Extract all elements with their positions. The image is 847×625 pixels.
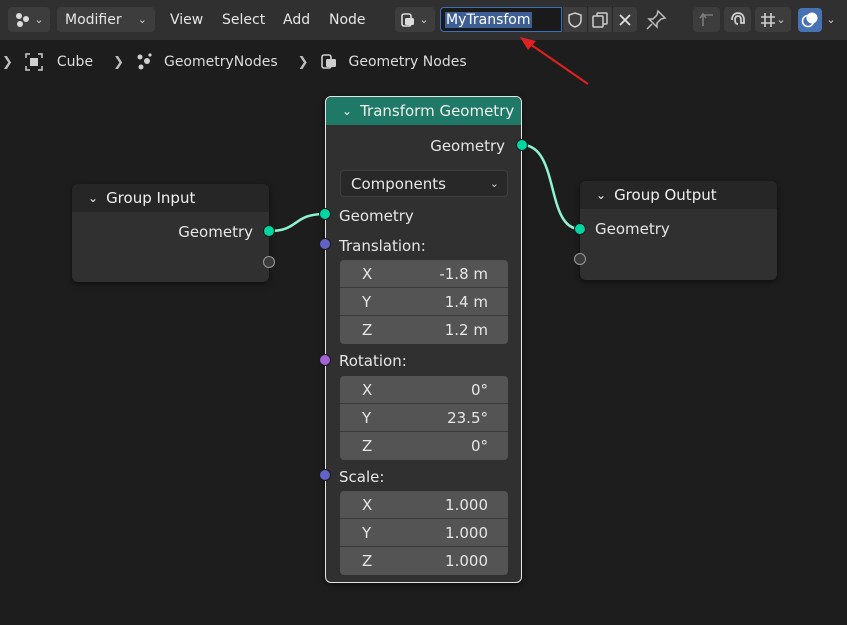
group-output-empty-socket[interactable] xyxy=(574,253,586,265)
axis-label: Y xyxy=(362,408,372,427)
axis-value: 1.000 xyxy=(445,495,488,514)
scale-label: Scale: xyxy=(339,468,385,486)
transform-output-geometry-label: Geometry xyxy=(430,137,505,155)
rotation-x-field[interactable]: X 0° xyxy=(340,376,508,404)
group-input-title: Group Input xyxy=(106,189,196,207)
axis-value: 1.2 m xyxy=(444,321,488,339)
transform-geometry-title: Transform Geometry xyxy=(360,102,515,120)
axis-value: 1.4 m xyxy=(444,292,488,311)
group-input-header[interactable]: ⌄ Group Input xyxy=(72,184,269,212)
translation-vector-field: X -1.8 m Y 1.4 m Z 1.2 m xyxy=(340,260,508,344)
group-output-geometry-socket[interactable] xyxy=(574,223,586,235)
axis-label: X xyxy=(362,495,373,514)
scale-vector-field: X 1.000 Y 1.000 Z 1.000 xyxy=(340,491,508,575)
link-input-to-transform xyxy=(268,212,326,233)
transform-geometry-node[interactable]: ⌄ Transform Geometry Geometry Components… xyxy=(319,96,528,583)
axis-value: 1.000 xyxy=(445,552,488,570)
link-transform-to-output xyxy=(521,143,581,231)
axis-label: Z xyxy=(362,437,373,455)
transform-mode-value: Components xyxy=(351,174,446,193)
axis-label: Y xyxy=(362,292,372,311)
axis-label: X xyxy=(362,264,373,283)
group-output-node[interactable]: ⌄ Group Output Geometry xyxy=(574,181,777,280)
scale-x-field[interactable]: X 1.000 xyxy=(340,491,508,519)
translation-z-field[interactable]: Z 1.2 m xyxy=(340,316,508,344)
chevron-down-icon[interactable]: ⌄ xyxy=(88,191,98,205)
translation-x-field[interactable]: X -1.8 m xyxy=(340,260,508,288)
chevron-down-icon: ⌄ xyxy=(489,177,499,190)
group-input-geometry-label: Geometry xyxy=(178,223,253,241)
rotation-z-field[interactable]: Z 0° xyxy=(340,432,508,460)
rotation-y-field[interactable]: Y 23.5° xyxy=(340,404,508,432)
axis-value: 0° xyxy=(470,380,488,399)
scale-y-field[interactable]: Y 1.000 xyxy=(340,519,508,547)
axis-value: 0° xyxy=(470,437,488,455)
axis-value: 23.5° xyxy=(447,408,488,427)
group-output-header[interactable]: ⌄ Group Output xyxy=(580,181,777,209)
transform-geometry-header[interactable]: ⌄ Transform Geometry xyxy=(326,97,521,125)
axis-label: X xyxy=(362,380,373,399)
chevron-down-icon[interactable]: ⌄ xyxy=(596,188,606,202)
group-input-node[interactable]: ⌄ Group Input Geometry xyxy=(72,184,275,282)
axis-label: Z xyxy=(362,552,373,570)
rotation-socket[interactable] xyxy=(319,354,331,366)
translation-y-field[interactable]: Y 1.4 m xyxy=(340,288,508,316)
rotation-label: Rotation: xyxy=(339,352,407,370)
chevron-down-icon[interactable]: ⌄ xyxy=(342,104,352,118)
transform-output-geometry-socket[interactable] xyxy=(516,139,528,151)
group-output-title: Group Output xyxy=(614,186,717,204)
group-input-empty-socket[interactable] xyxy=(263,256,275,268)
group-output-geometry-label: Geometry xyxy=(595,220,670,238)
group-input-geometry-socket[interactable] xyxy=(263,225,275,237)
transform-mode-dropdown[interactable]: Components ⌄ xyxy=(340,170,508,197)
rotation-vector-field: X 0° Y 23.5° Z 0° xyxy=(340,376,508,460)
scale-socket[interactable] xyxy=(319,469,331,481)
transform-input-geometry-socket[interactable] xyxy=(319,208,331,220)
axis-value: 1.000 xyxy=(445,523,488,542)
transform-input-geometry-label: Geometry xyxy=(339,207,414,225)
translation-label: Translation: xyxy=(339,237,426,255)
axis-label: Y xyxy=(362,523,372,542)
translation-socket[interactable] xyxy=(319,238,331,250)
axis-value: -1.8 m xyxy=(439,264,488,283)
annotation-arrow xyxy=(520,37,589,85)
axis-label: Z xyxy=(362,321,373,339)
scale-z-field[interactable]: Z 1.000 xyxy=(340,547,508,575)
